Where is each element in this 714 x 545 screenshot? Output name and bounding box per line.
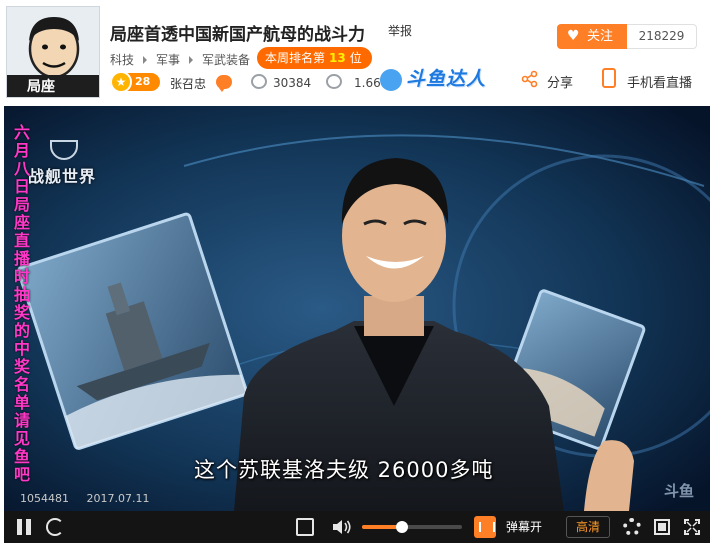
avatar-caption: 局座 [7, 75, 99, 97]
shield-icon [50, 140, 78, 160]
player-control-bar: 弹幕开 高清 [4, 511, 710, 543]
follow-label: 关注 [587, 29, 614, 44]
video-player[interactable]: 战舰世界 六月八日局座直播时抽奖的中奖名单请见鱼吧 这个苏联基洛夫级 26000… [4, 106, 710, 511]
breadcrumb-arrow-icon [189, 55, 194, 64]
share-label[interactable]: 分享 [547, 72, 573, 91]
fans-count: 1.66 [354, 76, 381, 90]
breadcrumb-item[interactable]: 军事 [156, 51, 180, 68]
breadcrumb: 科技 军事 军武装备 [110, 51, 250, 68]
game-logo: 战舰世界 [28, 140, 96, 187]
anchor-name[interactable]: 张召忠 [170, 75, 206, 92]
view-count: 30384 [273, 76, 312, 90]
fans-icon [326, 74, 342, 89]
video-subtitle: 这个苏联基洛夫级 26000多吨 [194, 458, 494, 482]
level-number: 28 [135, 75, 151, 88]
volume-slider-knob[interactable] [396, 521, 408, 533]
volume-icon[interactable] [332, 519, 352, 535]
share-icon[interactable] [521, 70, 539, 88]
danmu-toggle-label[interactable]: 弹幕开 [506, 511, 542, 543]
broadcast-date: 2017.07.11 [86, 492, 150, 505]
daren-logo-text: 斗鱼达人 [406, 68, 487, 90]
breadcrumb-item[interactable]: 科技 [110, 51, 134, 68]
video-frame [4, 106, 710, 511]
room-title: 局座首透中国新国产航母的战斗力 [110, 25, 365, 45]
anchor-level-badge: ★ 28 [110, 71, 160, 93]
lottery-notice-vertical: 六月八日局座直播时抽奖的中奖名单请见鱼吧 [14, 123, 31, 484]
gear-icon[interactable] [623, 518, 641, 536]
room-header: 局座 局座首透中国新国产航母的战斗力 举报 ♥ 关注 218229 科技 军事 … [0, 0, 714, 104]
room-id: 1054481 [20, 492, 69, 505]
breadcrumb-arrow-icon [143, 55, 148, 64]
widescreen-icon[interactable] [654, 519, 670, 535]
edit-icon[interactable] [296, 518, 314, 536]
weekly-rank-badge[interactable]: 本周排名第 13 位 [257, 47, 372, 69]
view-icon [251, 74, 267, 89]
douyu-daren-logo[interactable]: 斗鱼达人 [380, 64, 486, 94]
heart-icon: ♥ [567, 28, 580, 44]
rank-suffix: 位 [349, 51, 362, 65]
mobile-watch-label[interactable]: 手机看直播 [627, 72, 692, 91]
game-logo-text: 战舰世界 [28, 169, 97, 186]
refresh-icon[interactable] [46, 518, 64, 536]
fish-mascot-icon [380, 68, 402, 91]
volume-slider[interactable] [362, 521, 462, 533]
breadcrumb-item[interactable]: 军武装备 [202, 51, 250, 68]
quality-button[interactable]: 高清 [566, 516, 610, 538]
level-coin-icon: ★ [110, 71, 132, 93]
chat-icon[interactable] [216, 75, 232, 92]
report-link[interactable]: 举报 [388, 22, 412, 39]
anchor-avatar[interactable]: 局座 [6, 6, 100, 98]
douyu-watermark: 斗鱼 [664, 482, 695, 500]
rank-number: 13 [329, 51, 346, 65]
pause-icon[interactable] [16, 519, 32, 535]
phone-icon[interactable] [602, 68, 616, 88]
rank-prefix: 本周排名第 [265, 51, 326, 65]
follow-button[interactable]: ♥ 关注 [557, 24, 627, 49]
follow-count: 218229 [627, 24, 697, 49]
danmu-toggle-icon[interactable] [474, 516, 496, 538]
fullscreen-icon[interactable] [684, 519, 700, 535]
room-info: 1054481 2017.07.11 [20, 492, 149, 505]
